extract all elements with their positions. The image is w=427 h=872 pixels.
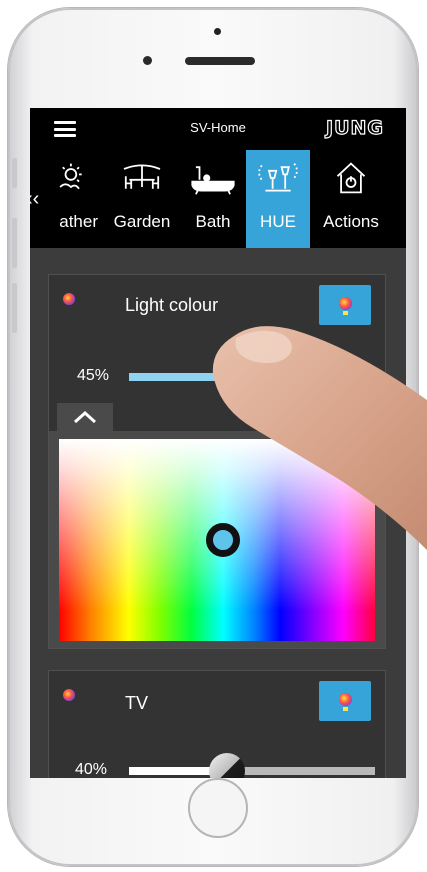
colour-toggle-button[interactable] (319, 285, 371, 325)
bath-icon (191, 166, 235, 195)
room-tab-bar: ‹‹ ather Garden Bath (30, 150, 406, 248)
bulb-icon (339, 297, 352, 310)
tab-bath[interactable]: Bath (180, 150, 246, 248)
colour-status-icon (63, 689, 75, 701)
chevron-up-icon (73, 410, 97, 424)
scroll-left-icon[interactable]: ‹‹ (30, 188, 39, 211)
tab-hue[interactable]: HUE (246, 150, 310, 248)
colour-picker-panel (49, 431, 385, 648)
card-title: Light colour (125, 295, 219, 315)
brightness-value: 40% (75, 761, 108, 778)
colour-toggle-button[interactable] (319, 681, 371, 721)
brightness-slider[interactable] (129, 753, 375, 778)
mute-switch (12, 158, 17, 188)
tab-label: Actions (323, 212, 379, 231)
collapse-picker-button[interactable] (57, 403, 113, 431)
bulb-icon (339, 693, 352, 706)
tv-light-card: TV 40% (48, 670, 386, 778)
tab-garden[interactable]: Garden (104, 150, 180, 248)
home-power-icon (336, 162, 366, 194)
earpiece-speaker (185, 57, 255, 65)
tab-weather[interactable]: ‹‹ ather (30, 150, 102, 248)
brand-logo: JUNG (325, 116, 384, 139)
tab-label: Bath (195, 212, 231, 231)
hue-lights-icon (258, 163, 298, 192)
tab-actions[interactable]: Actions (310, 150, 392, 248)
tab-label: Garden (113, 212, 171, 231)
volume-down-button (12, 283, 17, 333)
brightness-value: 45% (77, 367, 110, 384)
tab-label: ather (59, 212, 98, 231)
app-header: SV-Home JUNG (30, 108, 406, 150)
tab-label: HUE (260, 212, 296, 231)
colour-palette[interactable] (59, 439, 375, 641)
home-button[interactable] (188, 778, 248, 838)
light-colour-card: Light colour 45% (48, 274, 386, 649)
brightness-slider-handle[interactable] (222, 359, 258, 395)
garden-icon (123, 164, 161, 189)
colour-status-icon (63, 293, 75, 305)
volume-up-button (12, 218, 17, 268)
brightness-slider-handle[interactable] (209, 753, 245, 778)
app-screen: SV-Home JUNG ‹‹ ather (30, 108, 406, 778)
weather-icon (59, 163, 82, 190)
brightness-slider[interactable] (129, 359, 375, 395)
card-title: TV (125, 693, 149, 713)
front-camera (143, 56, 152, 65)
proximity-sensor (214, 28, 221, 35)
